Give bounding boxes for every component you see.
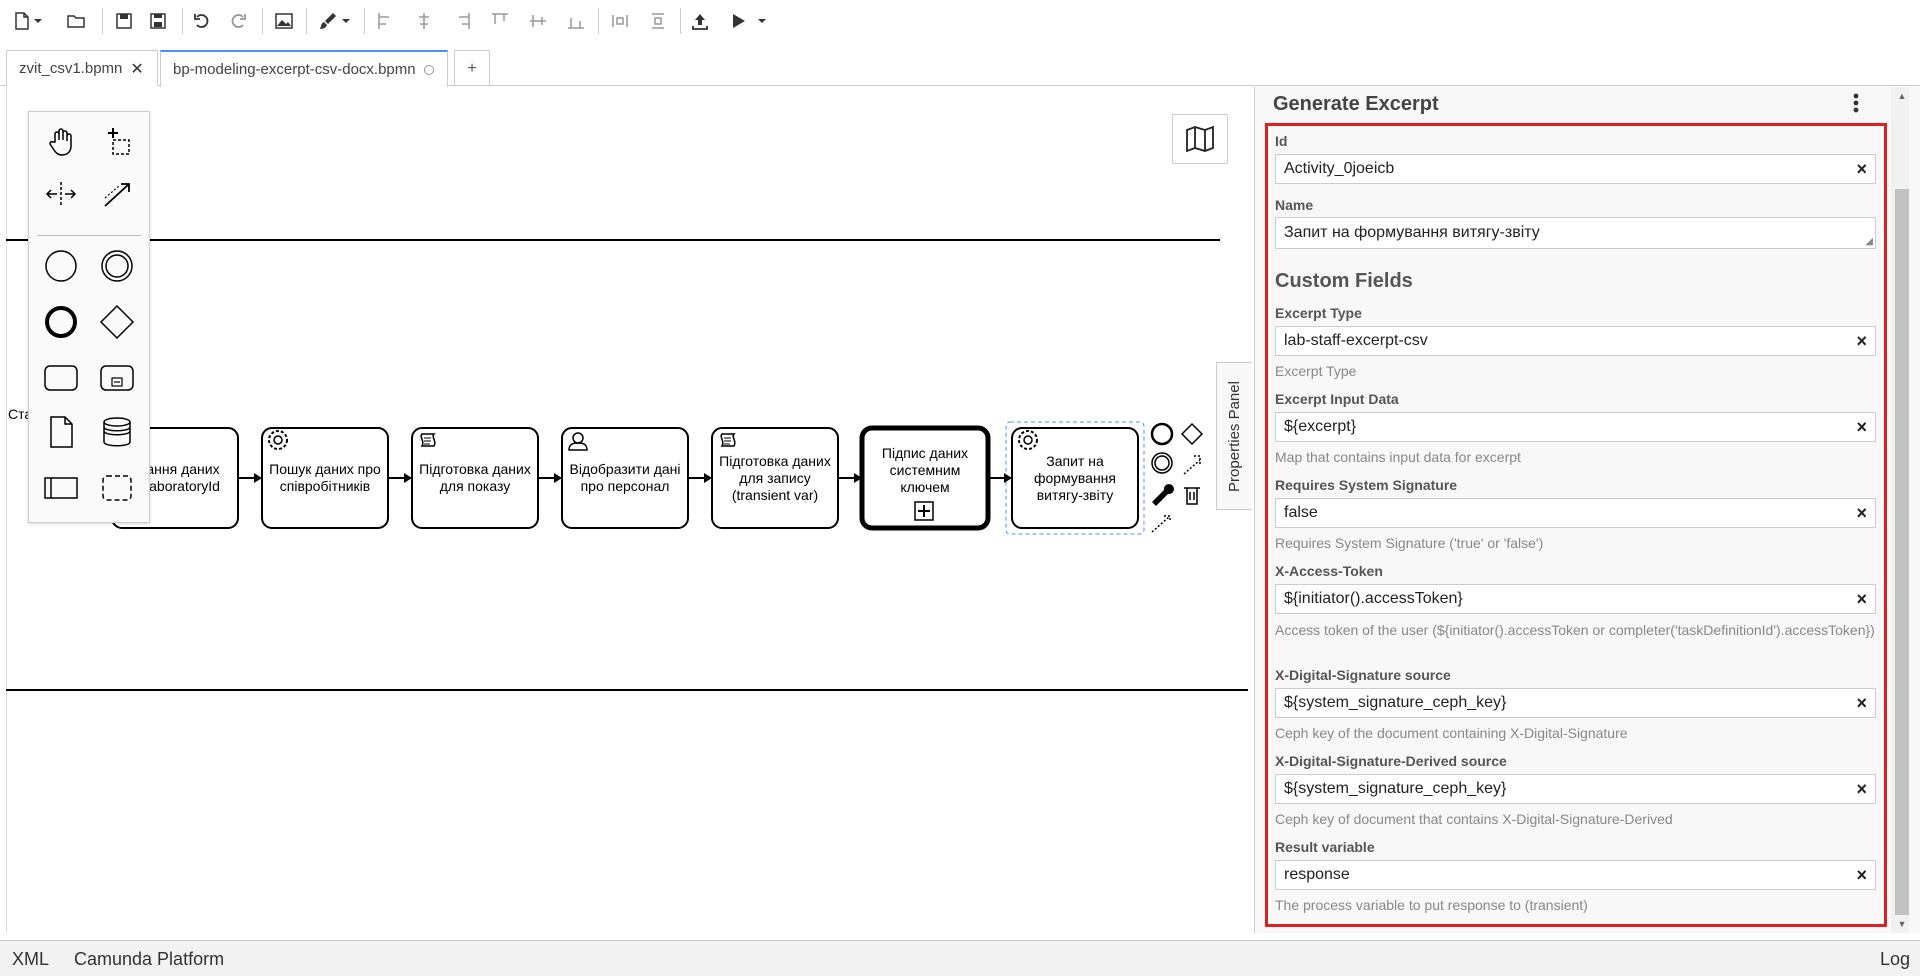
signature-derived-source-field[interactable]: ${system_signature_ceph_key} × xyxy=(1275,774,1876,804)
scrollbar-thumb[interactable] xyxy=(1895,189,1909,915)
excerpt-input-data-value: ${excerpt} xyxy=(1284,418,1357,435)
field-description: Ceph key of the document containing X-Di… xyxy=(1275,725,1628,741)
global-connect-tool-icon[interactable] xyxy=(97,174,137,214)
field-description: Excerpt Type xyxy=(1275,363,1357,379)
properties-panel: Generate Excerpt ▲ ▼ Id Activity_0joeicb… xyxy=(1254,87,1920,933)
annotation-icon xyxy=(1183,455,1201,475)
result-variable-value: response xyxy=(1284,866,1350,883)
field-label-signature-derived-source: X-Digital-Signature-Derived source xyxy=(1275,753,1507,769)
append-gateway-icon xyxy=(1180,422,1204,446)
more-options-icon[interactable] xyxy=(1853,93,1859,116)
clear-icon[interactable]: × xyxy=(1856,503,1867,524)
excerpt-type-field[interactable]: lab-staff-excerpt-csv × xyxy=(1275,326,1876,356)
excerpt-type-value: lab-staff-excerpt-csv xyxy=(1284,332,1428,349)
clear-icon[interactable]: × xyxy=(1856,417,1867,438)
field-label-result-variable: Result variable xyxy=(1275,839,1375,855)
clear-icon[interactable]: × xyxy=(1856,589,1867,610)
signature-source-field[interactable]: ${system_signature_ceph_key} × xyxy=(1275,688,1876,718)
signature-source-value: ${system_signature_ceph_key} xyxy=(1284,694,1507,711)
field-description: The process variable to put response to … xyxy=(1275,897,1588,913)
end-event-icon[interactable] xyxy=(41,302,81,342)
field-label-excerpt-input-data: Excerpt Input Data xyxy=(1275,391,1399,407)
clear-icon[interactable]: × xyxy=(1856,331,1867,352)
trash-icon xyxy=(1184,487,1200,505)
task-label[interactable]: Пошук даних про співробітників xyxy=(266,434,384,522)
properties-panel-toggle-label: Properties Panel xyxy=(1226,380,1243,492)
panel-title: Generate Excerpt xyxy=(1273,93,1439,115)
lasso-tool-icon[interactable] xyxy=(97,122,137,162)
properties-panel-toggle[interactable]: Properties Panel xyxy=(1216,362,1252,510)
name-field[interactable]: Запит на формування витягу-звіту ◢ xyxy=(1275,217,1876,249)
map-icon xyxy=(1186,125,1214,153)
task-label[interactable]: Підготовка даних для показу xyxy=(418,434,532,522)
pool-icon[interactable] xyxy=(41,468,81,508)
field-label-access-token: X-Access-Token xyxy=(1275,563,1383,579)
task-label[interactable]: Запит на формування витягу-звіту xyxy=(1018,434,1132,522)
field-label-signature-source: X-Digital-Signature source xyxy=(1275,667,1451,683)
excerpt-input-data-field[interactable]: ${excerpt} × xyxy=(1275,412,1876,442)
start-event-icon[interactable] xyxy=(41,246,81,286)
result-variable-field[interactable]: response × xyxy=(1275,860,1876,890)
field-label-name: Name xyxy=(1275,197,1314,213)
log-button[interactable]: Log xyxy=(1880,949,1910,970)
data-object-icon[interactable] xyxy=(41,412,81,452)
scroll-down-icon[interactable]: ▼ xyxy=(1895,917,1909,931)
custom-fields-title: Custom Fields xyxy=(1275,270,1413,292)
task-label[interactable]: Підготовка даних для запису (transient v… xyxy=(718,434,832,522)
field-description: Requires System Signature ('true' or 'fa… xyxy=(1275,535,1544,551)
clear-icon[interactable]: × xyxy=(1856,693,1867,714)
group-icon[interactable] xyxy=(97,468,137,508)
subprocess-icon[interactable] xyxy=(97,358,137,398)
access-token-value: ${initiator().accessToken} xyxy=(1284,590,1463,607)
append-event-icon xyxy=(1150,422,1174,446)
field-description: Map that contains input data for excerpt xyxy=(1275,449,1521,465)
connect-icon xyxy=(1151,515,1171,533)
clear-icon[interactable]: × xyxy=(1856,865,1867,886)
task-icon[interactable] xyxy=(41,358,81,398)
id-field[interactable]: Activity_0joeicb × xyxy=(1275,154,1876,184)
access-token-field[interactable]: ${initiator().accessToken} × xyxy=(1275,584,1876,614)
requires-signature-field[interactable]: false × xyxy=(1275,498,1876,528)
minimap-toggle-button[interactable] xyxy=(1172,114,1228,164)
data-store-icon[interactable] xyxy=(97,412,137,452)
hand-tool-icon[interactable] xyxy=(41,122,81,162)
clear-icon[interactable]: × xyxy=(1856,779,1867,800)
name-field-value: Запит на формування витягу-звіту xyxy=(1284,224,1540,241)
status-bar: XML Camunda Platform Log xyxy=(0,940,1920,976)
field-label-requires-signature: Requires System Signature xyxy=(1275,477,1458,493)
context-pad xyxy=(1150,422,1204,533)
id-field-value: Activity_0joeicb xyxy=(1284,160,1395,177)
field-label-id: Id xyxy=(1275,133,1288,149)
scroll-up-icon[interactable]: ▲ xyxy=(1895,89,1909,103)
requires-signature-value: false xyxy=(1284,504,1318,521)
signature-derived-source-value: ${system_signature_ceph_key} xyxy=(1284,780,1507,797)
resize-handle-icon[interactable]: ◢ xyxy=(1865,236,1873,247)
task-label[interactable]: Підпис даних системним ключем xyxy=(868,434,982,506)
task-label[interactable]: Відобразити дані про персонал xyxy=(566,434,684,522)
xml-button[interactable]: XML xyxy=(12,949,49,970)
platform-button[interactable]: Camunda Platform xyxy=(74,949,224,970)
gateway-icon[interactable] xyxy=(97,302,137,342)
intermediate-event-icon[interactable] xyxy=(97,246,137,286)
field-description: Access token of the user (${initiator().… xyxy=(1275,622,1875,638)
space-tool-icon[interactable] xyxy=(41,174,81,214)
tool-palette xyxy=(28,111,150,523)
clear-icon[interactable]: × xyxy=(1856,159,1867,180)
field-description: Ceph key of document that contains X-Dig… xyxy=(1275,811,1673,827)
wrench-icon xyxy=(1152,484,1174,506)
field-label-excerpt-type: Excerpt Type xyxy=(1275,305,1362,321)
